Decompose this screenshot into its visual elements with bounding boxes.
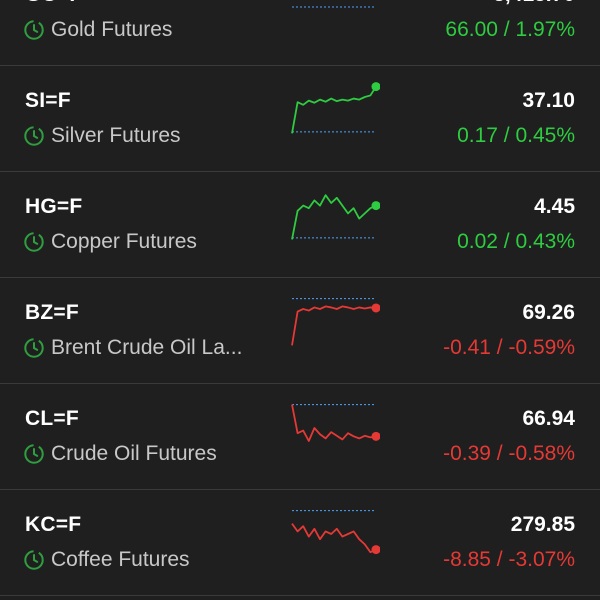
market-hours-clock-icon xyxy=(24,338,44,358)
last-price: 4.45 xyxy=(534,195,575,218)
market-hours-clock-icon xyxy=(24,126,44,146)
sparkline-chart xyxy=(291,404,380,442)
ticker-symbol: GC=F xyxy=(25,0,82,7)
price-change: 66.00 / 1.97% xyxy=(445,18,575,41)
sparkline-endpoint xyxy=(371,201,380,211)
sparkline-path xyxy=(291,305,377,346)
instrument-name-wrap: Gold Futures xyxy=(23,18,172,42)
last-price: 3,413.70 xyxy=(493,0,575,7)
instrument-name: Brent Crude Oil La... xyxy=(51,336,243,359)
market-hours-clock-icon xyxy=(24,550,44,570)
market-hours-clock-icon xyxy=(24,232,44,252)
sparkline-endpoint xyxy=(371,303,380,313)
last-price: 66.94 xyxy=(522,407,575,430)
last-price: 69.26 xyxy=(522,301,575,324)
sparkline-chart xyxy=(291,298,380,346)
ticker-symbol: KC=F xyxy=(25,513,82,536)
instrument-name: Copper Futures xyxy=(51,230,197,253)
sparkline-path xyxy=(291,404,377,442)
last-price: 279.85 xyxy=(510,513,575,536)
instrument-name: Silver Futures xyxy=(51,124,181,147)
price-change: -0.41 / -0.59% xyxy=(443,336,575,359)
instrument-name-wrap: Copper Futures xyxy=(23,230,197,254)
ticker-symbol: HG=F xyxy=(25,195,83,218)
sparkline-chart xyxy=(292,6,376,8)
market-hours-clock-icon xyxy=(24,20,44,40)
last-price: 37.10 xyxy=(522,89,575,112)
sparkline-endpoint xyxy=(371,431,380,441)
sparkline-path xyxy=(291,523,377,554)
quote-row[interactable]: CL=F Crude Oil Futures 66.94 -0.39 / -0.… xyxy=(0,384,600,490)
ticker-symbol: CL=F xyxy=(25,407,79,430)
price-change: -8.85 / -3.07% xyxy=(443,548,575,571)
instrument-name-wrap: Crude Oil Futures xyxy=(23,442,217,466)
ticker-symbol: BZ=F xyxy=(25,301,79,324)
quote-row[interactable]: KC=F Coffee Futures 279.85 -8.85 / -3.07… xyxy=(0,490,600,596)
watchlist: GC=F Gold Futures 3,413.70 66.00 / 1.97%… xyxy=(0,0,600,596)
sparkline-chart xyxy=(291,82,380,134)
instrument-name-wrap: Brent Crude Oil La... xyxy=(23,336,242,360)
sparkline-chart xyxy=(291,194,380,240)
ticker-symbol: SI=F xyxy=(25,89,71,112)
instrument-name: Crude Oil Futures xyxy=(51,442,217,465)
instrument-name-wrap: Coffee Futures xyxy=(23,548,190,572)
sparkline-endpoint xyxy=(371,545,380,555)
instrument-name-wrap: Silver Futures xyxy=(23,124,181,148)
quote-row[interactable]: SI=F Silver Futures 37.10 0.17 / 0.45% xyxy=(0,66,600,172)
sparkline-path xyxy=(291,194,377,240)
instrument-name: Coffee Futures xyxy=(51,548,190,571)
quote-row[interactable]: GC=F Gold Futures 3,413.70 66.00 / 1.97% xyxy=(0,0,600,66)
instrument-name: Gold Futures xyxy=(51,18,173,41)
quote-row[interactable]: BZ=F Brent Crude Oil La... 69.26 -0.41 /… xyxy=(0,278,600,384)
sparkline-endpoint xyxy=(371,82,380,92)
sparkline-path xyxy=(291,86,377,134)
market-hours-clock-icon xyxy=(24,444,44,464)
sparkline-chart xyxy=(291,510,380,555)
price-change: -0.39 / -0.58% xyxy=(443,442,575,465)
price-change: 0.02 / 0.43% xyxy=(457,230,575,253)
quote-row[interactable]: HG=F Copper Futures 4.45 0.02 / 0.43% xyxy=(0,172,600,278)
price-change: 0.17 / 0.45% xyxy=(457,124,575,147)
